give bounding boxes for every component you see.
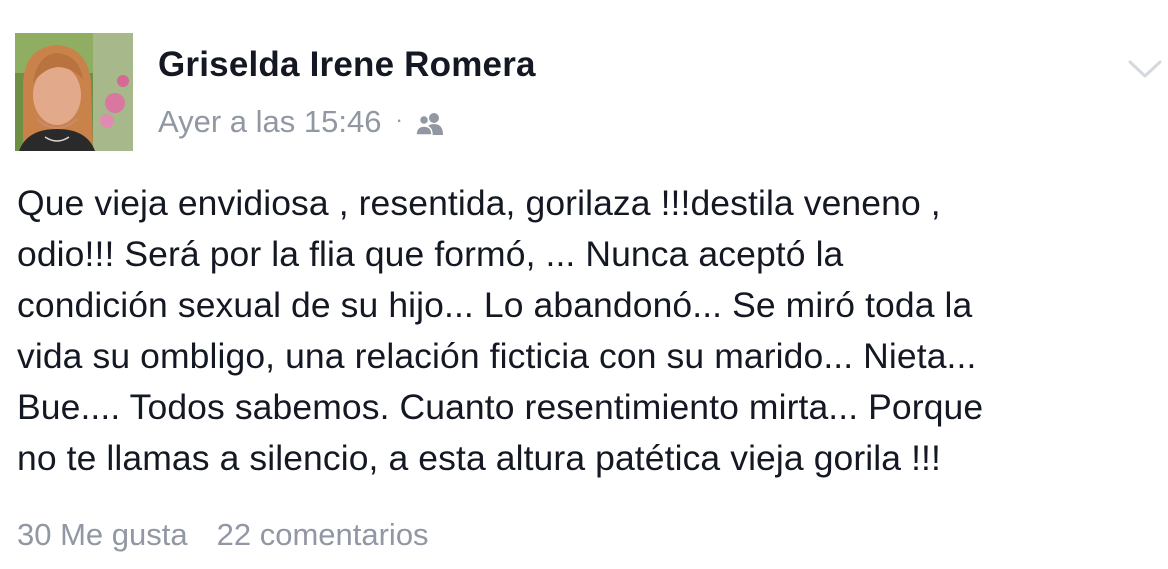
post-text-line: vida su ombligo, una relación ficticia c… [17,336,977,376]
avatar[interactable] [15,33,133,151]
meta-separator: · [395,107,403,132]
author-name[interactable]: Griselda Irene Romera [158,45,536,85]
profile-photo-icon [15,33,133,151]
post-text-line: Bue.... Todos sabemos. Cuanto resentimie… [17,387,984,427]
post-text-line: condición sexual de su hijo... Lo abando… [17,285,973,325]
post-meta: Ayer a las 15:46 · [158,102,445,142]
post-text-line: Que vieja envidiosa , resentida, gorilaz… [17,183,941,223]
post-text: Que vieja envidiosa , resentida, gorilaz… [17,178,1162,484]
post-timestamp[interactable]: Ayer a las 15:46 [158,104,381,140]
post-footer: 30 Me gusta 22 comentarios [17,517,429,553]
facebook-post: Griselda Irene Romera Ayer a las 15:46 ·… [0,0,1168,569]
likes-count[interactable]: 30 Me gusta [17,517,188,553]
comments-count[interactable]: 22 comentarios [217,517,429,553]
friends-icon[interactable] [415,109,445,136]
post-text-line: no te llamas a silencio, a esta altura p… [17,438,941,478]
post-text-line: odio!!! Será por la flia que formó, ... … [17,234,844,274]
chevron-down-icon[interactable] [1127,58,1163,80]
